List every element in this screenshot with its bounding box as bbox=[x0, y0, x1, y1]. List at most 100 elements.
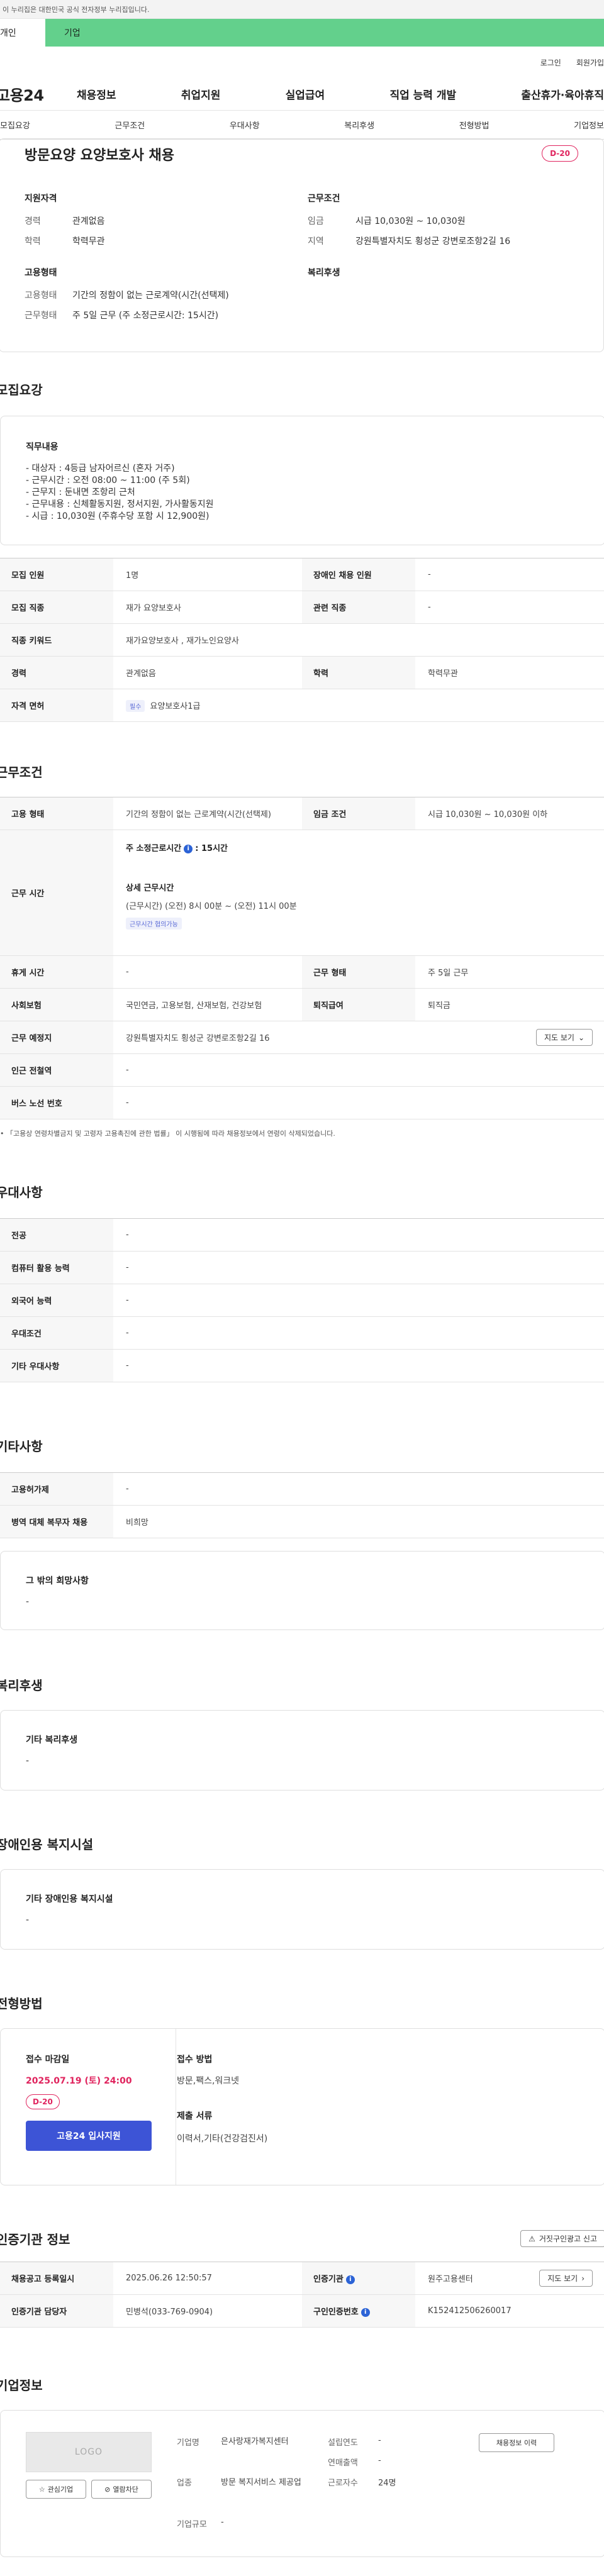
time-total-label: 주 소정근로시간 bbox=[126, 844, 182, 853]
work-label: 지역 bbox=[308, 236, 324, 247]
map-button[interactable]: 지도 보기 ⌄ bbox=[535, 1029, 593, 1046]
qual-value: 학력무관 bbox=[72, 236, 105, 247]
tab-person-label: 개인 bbox=[0, 28, 16, 38]
info-icon[interactable]: i bbox=[361, 2307, 370, 2317]
tab-person[interactable]: 개인 bbox=[0, 19, 45, 47]
gnb-item-support[interactable]: 취업지원 bbox=[181, 86, 221, 102]
work-value: 강원특별자치도 횡성군 강변로조항2길 16 bbox=[355, 236, 511, 247]
section-etc-title: 기타사항 bbox=[0, 1439, 43, 1454]
gnb-item-benefit[interactable]: 실업급여 bbox=[286, 86, 325, 102]
cert-org-value: 원주고용센터 bbox=[428, 2275, 473, 2284]
gov-notice-bar: 이 누리집은 대한민국 공식 전자정부 누리집입니다. bbox=[0, 0, 604, 19]
block-label: 열람차단 bbox=[113, 2485, 138, 2494]
emp-label: 근무형태 bbox=[25, 311, 57, 321]
cert-header: 인증기관 정보 ⚠ 거짓구인광고 신고 bbox=[0, 2229, 604, 2248]
etc-other-title: 그 밖의 희망사항 bbox=[26, 1576, 89, 1586]
license-value: 요양보호사1급 bbox=[150, 701, 201, 711]
row-label: 근무 시간 bbox=[0, 830, 113, 956]
block-view-button[interactable]: ⊘ 열람차단 bbox=[91, 2480, 152, 2499]
table-row: 채용공고 등록일시 2025.06.26 12:50:57 인증기관 i 원주고용… bbox=[0, 2262, 604, 2295]
table-row: 사회보험 국민연금, 고용보험, 산재보험, 건강보험 퇴직급여 퇴직금 bbox=[0, 988, 604, 1021]
method-value: 방문,팩스,워크넷 bbox=[177, 2076, 240, 2086]
favorite-label: 관심기업 bbox=[47, 2485, 74, 2494]
row-value: 2025.06.26 12:50:57 bbox=[113, 2262, 302, 2295]
cert-org-cell: 원주고용센터 지도 보기 › bbox=[415, 2262, 604, 2295]
license-cell: 필수 요양보호사1급 bbox=[113, 689, 604, 722]
duty-box: 직무내용 - 대상자 : 4등급 남자어르신 (혼자 거주) - 근무시간 : … bbox=[0, 416, 604, 545]
row-label: 관련 직종 bbox=[302, 591, 415, 624]
row-value: 1명 bbox=[113, 558, 302, 591]
row-label: 임금 조건 bbox=[302, 797, 415, 830]
gnb-item-training[interactable]: 직업 능력 개발 bbox=[389, 86, 456, 102]
table-row: 모집 직종 재가 요양보호사 관련 직종 - bbox=[0, 591, 604, 624]
row-label: 퇴직급여 bbox=[302, 988, 415, 1021]
favorite-company-button[interactable]: ☆ 관심기업 bbox=[26, 2480, 86, 2499]
row-value: 재가 요양보호사 bbox=[113, 591, 302, 624]
row-label: 기타 우대사항 bbox=[0, 1349, 113, 1382]
table-row: 우대조건 - bbox=[0, 1316, 604, 1350]
sales-value: - bbox=[378, 2456, 381, 2465]
job-title: 방문요양 요양보호사 채용 bbox=[25, 148, 174, 164]
employment-title: 고용형태 bbox=[25, 268, 57, 278]
login-link[interactable]: 로그인 bbox=[540, 57, 561, 68]
row-label: 고용 형태 bbox=[0, 797, 113, 830]
table-row: 컴퓨터 활용 능력 - bbox=[0, 1251, 604, 1284]
anchor-tab-welfare[interactable]: 복리후생 bbox=[344, 119, 374, 131]
emp-label: 고용형태 bbox=[25, 291, 57, 301]
row-value: 비희망 bbox=[113, 1505, 604, 1538]
recruit-table: 모집 인원 1명 장애인 채용 인원 - 모집 직종 재가 요양보호사 관련 직… bbox=[0, 558, 604, 722]
dday-badge: D-20 bbox=[542, 145, 578, 162]
row-label: 외국어 능력 bbox=[0, 1284, 113, 1317]
sales-label: 연매출액 bbox=[328, 2458, 358, 2468]
section-company-title: 기업정보 bbox=[0, 2378, 43, 2393]
cert-map-button[interactable]: 지도 보기 › bbox=[539, 2270, 593, 2287]
row-label: 고용허가제 bbox=[0, 1472, 113, 1506]
welfare-title: 기타 복리후생 bbox=[26, 1735, 78, 1745]
age-notice-text: 「고용상 연령차별금지 및 고령자 고용촉진에 관한 법률」 이 시행됨에 따라… bbox=[6, 1130, 335, 1138]
section-recruit-title: 모집요강 bbox=[0, 382, 43, 397]
tab-company[interactable]: 기업 bbox=[45, 19, 604, 47]
anchor-tab-work[interactable]: 근무조건 bbox=[115, 119, 145, 131]
gnb-item-jobs[interactable]: 채용정보 bbox=[77, 86, 116, 102]
anchor-tab-recruit[interactable]: 모집요강 bbox=[0, 119, 30, 131]
welfare-value: - bbox=[26, 1756, 30, 1766]
row-label: 구인인증번호 i bbox=[302, 2294, 415, 2328]
row-value: - bbox=[113, 1316, 604, 1350]
section-apply-title: 전형방법 bbox=[0, 1996, 43, 2011]
disabled-title: 기타 장애인용 복지시설 bbox=[26, 1894, 113, 1904]
summary-qualification: 지원자격 경력 관계없음 학력 학력무관 고용형태 고용형태 기간의 정함이 없는 근… bbox=[25, 192, 229, 329]
table-row: 휴게 시간 - 근무 형태 주 5일 근무 bbox=[0, 955, 604, 989]
site-logo[interactable]: 고용24 bbox=[0, 83, 72, 105]
cert-org-label: 인증기관 bbox=[313, 2275, 344, 2284]
row-value: 퇴직금 bbox=[415, 988, 604, 1021]
anchor-tab-company[interactable]: 기업정보 bbox=[574, 119, 604, 131]
star-icon: ☆ bbox=[38, 2485, 45, 2494]
anchor-tab-apply[interactable]: 전형방법 bbox=[459, 119, 489, 131]
table-row: 경력 관계없음 학력 학력무관 bbox=[0, 656, 604, 689]
apply-button[interactable]: 고용24 입사지원 bbox=[26, 2121, 152, 2151]
company-name-label: 기업명 bbox=[177, 2438, 199, 2448]
qual-value: 관계없음 bbox=[72, 216, 105, 226]
report-button[interactable]: ⚠ 거짓구인광고 신고 bbox=[520, 2230, 604, 2247]
qual-label: 경력 bbox=[25, 216, 41, 226]
table-row: 자격 면허 필수 요양보호사1급 bbox=[0, 689, 604, 722]
etc-other-box: 그 밖의 희망사항 - bbox=[0, 1551, 604, 1630]
time-total-value: : 15시간 bbox=[195, 844, 228, 853]
gnb-item-leave[interactable]: 출산휴가·육아휴직 bbox=[521, 86, 604, 102]
info-icon[interactable]: i bbox=[184, 844, 193, 853]
info-icon[interactable]: i bbox=[345, 2275, 355, 2284]
history-button[interactable]: 채용정보 이력 bbox=[479, 2433, 554, 2452]
report-button-label: 거짓구인광고 신고 bbox=[539, 2235, 597, 2243]
section-welfare-title: 복리후생 bbox=[0, 1678, 43, 1693]
anchor-tab-pref[interactable]: 우대사항 bbox=[230, 119, 260, 131]
disabled-box: 기타 장애인용 복지시설 - bbox=[0, 1869, 604, 1950]
gov-notice-text: 이 누리집은 대한민국 공식 전자정부 누리집입니다. bbox=[3, 5, 150, 14]
row-label: 근무 형태 bbox=[302, 955, 415, 989]
place-cell: 강원특별자치도 횡성군 강변로조항2길 16 지도 보기 ⌄ bbox=[113, 1021, 604, 1054]
cert-map-button-label: 지도 보기 bbox=[547, 2274, 578, 2283]
join-link[interactable]: 회원가입 bbox=[576, 57, 604, 68]
table-row: 버스 노선 번호 - bbox=[0, 1086, 604, 1119]
row-label: 채용공고 등록일시 bbox=[0, 2262, 113, 2295]
employees-label: 근로자수 bbox=[328, 2479, 358, 2488]
row-label: 모집 인원 bbox=[0, 558, 113, 591]
